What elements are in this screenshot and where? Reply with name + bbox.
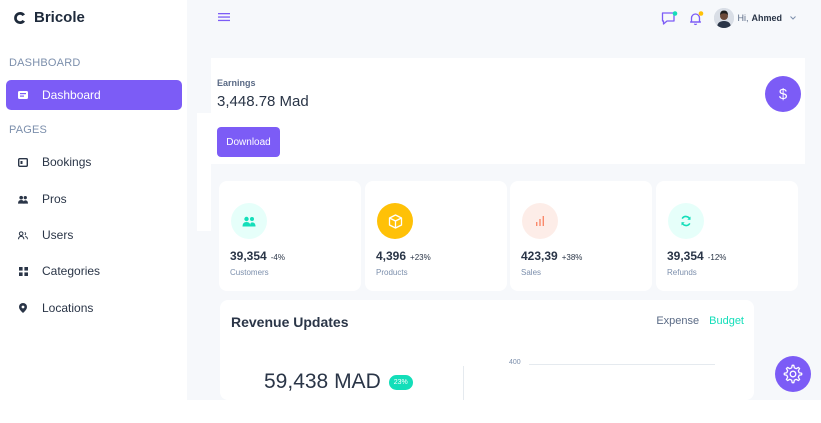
stat-change: -4% [270,253,285,262]
brand-logo-icon [14,11,25,24]
brand-name: Bricole [34,9,85,26]
user-menu[interactable]: Hi, Ahmed [714,8,797,28]
pros-icon [18,194,28,204]
sidebar-item-pros[interactable]: Pros [6,184,182,214]
growth-badge: 23% [388,374,413,390]
sidebar-item-label: Locations [42,301,94,315]
sidebar-item-locations[interactable]: Locations [6,293,182,323]
legend-expense[interactable]: Expense [656,315,699,327]
stat-change: -12% [707,253,727,262]
sidebar-item-bookings[interactable]: Bookings [6,147,182,177]
stat-label: Sales [521,268,542,277]
sidebar-item-categories[interactable]: Categories [6,256,182,286]
topbar-actions: Hi, Ahmed [661,8,797,28]
earnings-label: Earnings [217,78,256,88]
user-name: Ahmed [751,13,782,23]
categories-icon [18,266,28,276]
stat-value: 39,354 -12% [667,249,726,263]
sidebar-item-label: Categories [42,264,101,278]
sidebar-item-users[interactable]: Users [6,220,182,250]
revenue-updates-card: Revenue Updates Expense Budget 59,438 MA… [220,300,754,400]
sidebar-item-label: Bookings [42,155,92,169]
stat-change: +23% [410,253,431,262]
stat-label: Refunds [667,268,697,277]
stat-label: Products [376,268,408,277]
sidebar-item-label: Dashboard [42,88,101,102]
refresh-icon [668,203,704,239]
stat-card-products: 4,396 +23% Products [365,181,507,291]
chart-gridline [529,364,715,365]
dollar-icon: $ [778,85,788,103]
messages-icon[interactable] [661,10,678,26]
revenue-title: Revenue Updates [231,314,349,330]
users-icon [18,230,28,240]
dashboard-icon [18,90,28,100]
currency-button[interactable]: $ [765,76,801,112]
stat-number: 39,354 [230,249,267,263]
revenue-total: 59,438 MAD 23% [264,370,413,394]
settings-button[interactable] [775,356,811,392]
gear-icon [783,364,803,384]
pages-section-label: PAGES [9,124,48,136]
stat-card-refunds: 39,354 -12% Refunds [656,181,798,291]
earnings-card: Earnings 3,448.78 Mad Download [211,58,805,164]
stat-value: 423,39 +38% [521,249,582,263]
sidebar-item-dashboard[interactable]: Dashboard [6,80,182,110]
box-icon [377,203,413,239]
stat-change: +38% [561,253,583,262]
sidebar-item-label: Pros [42,192,67,206]
sidebar-item-label: Users [42,228,74,242]
stat-value: 4,396 +23% [376,249,431,263]
stat-value: 39,354 -4% [230,249,285,263]
dashboard-section-label: DASHBOARD [9,57,81,69]
stat-number: 423,39 [521,249,558,263]
earnings-value: 3,448.78 Mad [217,93,309,110]
notifications-icon[interactable] [688,10,704,26]
panel-edge [197,113,211,231]
bar-chart-icon [522,203,558,239]
bookings-icon [18,157,28,167]
sidebar: Bricole DASHBOARD Dashboard PAGES Bookin… [0,0,187,400]
legend-budget[interactable]: Budget [709,315,744,327]
menu-toggle-icon[interactable] [218,11,230,23]
stat-number: 4,396 [376,249,407,263]
greeting-text: Hi, [737,13,749,23]
chart-tick-label: 400 [509,359,521,366]
revenue-legend: Expense Budget [656,315,744,327]
stat-label: Customers [230,268,269,277]
customers-icon [231,203,267,239]
stat-card-customers: 39,354 -4% Customers [219,181,361,291]
brand[interactable]: Bricole [12,9,85,26]
revenue-amount: 59,438 MAD [264,370,381,393]
stat-card-sales: 423,39 +38% Sales [510,181,652,291]
download-button[interactable]: Download [217,127,280,157]
avatar [714,8,735,28]
stat-number: 39,354 [667,249,704,263]
location-pin-icon [18,303,28,313]
divider [463,366,464,400]
chevron-down-icon [790,16,796,20]
